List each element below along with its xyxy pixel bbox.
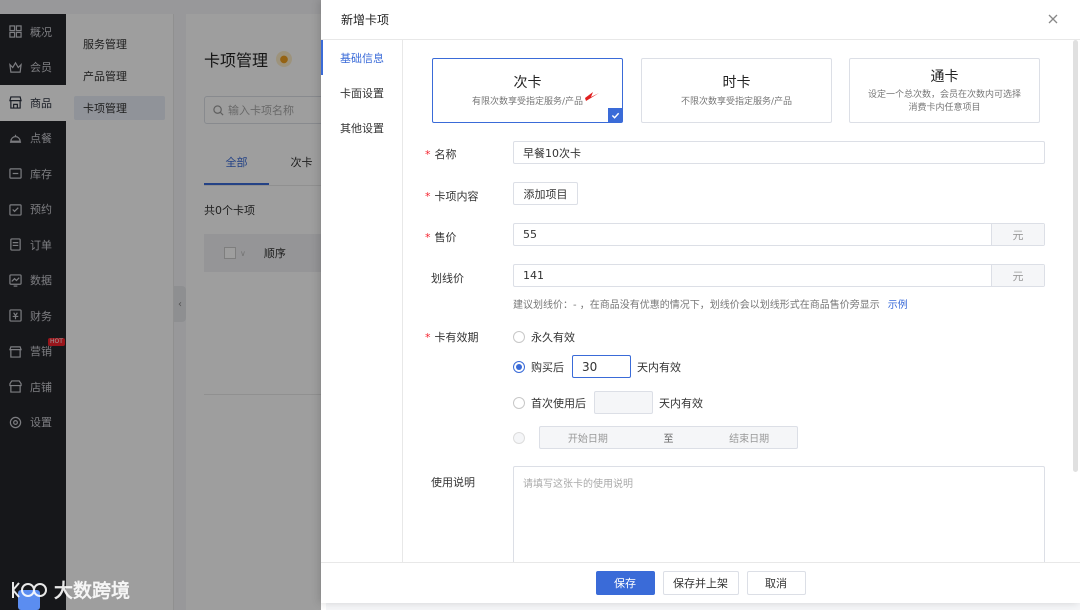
add-item-button[interactable]: 添加项目 <box>513 182 578 205</box>
drawer-tabs: 基础信息 卡面设置 其他设置 <box>321 40 403 562</box>
radio-date-range[interactable] <box>513 431 525 444</box>
red-arrow-icon <box>585 92 599 101</box>
label-text: 划线价 <box>431 272 464 285</box>
required-mark: * <box>425 147 431 161</box>
price-label: * 售价 <box>425 229 457 245</box>
tab-basic-info[interactable]: 基础信息 <box>321 40 402 75</box>
save-and-publish-button[interactable]: 保存并上架 <box>662 571 739 595</box>
validity-first-use-option[interactable]: 首次使用后 天内有效 <box>513 391 703 414</box>
card-type-universal[interactable]: 通卡 设定一个总次数，会员在次数内可选择消费卡内任意项目 <box>849 58 1040 123</box>
option-label: 永久有效 <box>531 331 575 344</box>
cancel-button[interactable]: 取消 <box>746 571 806 595</box>
watermark-text: 大数跨境 <box>54 580 131 602</box>
price-value: 55 <box>523 228 537 241</box>
drawer-header: 新增卡项 <box>321 0 1080 40</box>
close-icon <box>1048 14 1058 24</box>
card-type-desc: 设定一个总次数，会员在次数内可选择消费卡内任意项目 <box>868 90 1022 113</box>
option-suffix: 天内有效 <box>637 360 681 374</box>
validity-after-purchase-option[interactable]: 购买后 30 天内有效 <box>513 355 681 378</box>
watermark: 大数跨境 <box>10 576 130 603</box>
first-use-days-input[interactable] <box>594 391 653 414</box>
card-type-title: 通卡 <box>930 69 959 85</box>
range-end: 结束日期 <box>729 434 770 445</box>
example-link[interactable]: 示例 <box>888 300 908 311</box>
validity-label: * 卡有效期 <box>425 329 479 345</box>
name-value: 早餐10次卡 <box>523 146 581 160</box>
required-mark: * <box>425 189 431 203</box>
close-button[interactable] <box>1046 12 1060 26</box>
card-type-title: 时卡 <box>722 75 751 91</box>
strike-price-unit: 元 <box>991 265 1044 286</box>
strike-price-input[interactable]: 141 元 <box>513 264 1045 287</box>
drawer-title: 新增卡项 <box>341 13 390 27</box>
validity-date-range-option[interactable]: 开始日期 至 结束日期 <box>513 426 798 449</box>
tab-card-face[interactable]: 卡面设置 <box>321 75 402 110</box>
range-start: 开始日期 <box>567 434 608 445</box>
content-label: * 卡项内容 <box>425 188 479 204</box>
name-label: * 名称 <box>425 146 457 162</box>
scrollbar[interactable] <box>1073 40 1078 472</box>
label-text: 名称 <box>434 148 457 161</box>
radio-forever[interactable] <box>513 331 525 343</box>
option-suffix: 天内有效 <box>659 396 703 410</box>
usage-placeholder: 请填写这张卡的使用说明 <box>523 479 633 490</box>
validity-forever-option[interactable]: 永久有效 <box>513 329 575 345</box>
date-range-picker[interactable]: 开始日期 至 结束日期 <box>539 426 798 449</box>
label-text: 售价 <box>434 231 457 244</box>
required-mark: * <box>425 230 431 244</box>
price-input[interactable]: 55 元 <box>513 223 1045 246</box>
tab-other-settings[interactable]: 其他设置 <box>321 110 402 145</box>
label-text: 使用说明 <box>431 476 475 489</box>
strike-price-label: 划线价 <box>431 270 464 286</box>
purchase-days-input[interactable]: 30 <box>572 355 631 378</box>
drawer-footer: 保存 保存并上架 取消 <box>321 562 1080 603</box>
selected-check-icon <box>608 108 622 122</box>
required-mark: * <box>425 330 431 344</box>
name-input[interactable]: 早餐10次卡 <box>513 141 1045 164</box>
card-type-desc: 不限次数享受指定服务/产品 <box>680 97 793 107</box>
radio-after-purchase[interactable] <box>513 360 525 373</box>
save-button[interactable]: 保存 <box>595 571 655 595</box>
radio-after-first-use[interactable] <box>513 396 525 409</box>
label-text: 卡有效期 <box>434 331 479 344</box>
drawer-mask[interactable] <box>0 0 321 610</box>
card-type-count[interactable]: 次卡 有限次数享受指定服务/产品 <box>432 58 623 123</box>
watermark-logo-icon <box>12 581 47 598</box>
usage-label: 使用说明 <box>431 474 475 490</box>
range-sep: 至 <box>663 434 674 445</box>
add-card-drawer: 新增卡项 基础信息 卡面设置 其他设置 次卡 有限次数享受指定服务/产品 时卡 … <box>321 0 1080 603</box>
option-label: 购买后 <box>531 360 564 374</box>
hint-text: 建议划线价：- ，在商品没有优惠的情况下，划线价会以划线形式在商品售价旁显示 <box>513 300 880 311</box>
card-type-time[interactable]: 时卡 不限次数享受指定服务/产品 <box>641 58 832 123</box>
basic-info-form: 次卡 有限次数享受指定服务/产品 时卡 不限次数享受指定服务/产品 通卡 设定一… <box>403 40 1080 562</box>
usage-textarea[interactable]: 请填写这张卡的使用说明 <box>513 466 1045 562</box>
label-text: 卡项内容 <box>434 190 479 203</box>
price-unit: 元 <box>991 224 1044 245</box>
strike-price-value: 141 <box>523 269 544 282</box>
option-label: 首次使用后 <box>531 396 586 410</box>
strike-price-hint: 建议划线价：- ，在商品没有优惠的情况下，划线价会以划线形式在商品售价旁显示 示例 <box>513 296 908 311</box>
